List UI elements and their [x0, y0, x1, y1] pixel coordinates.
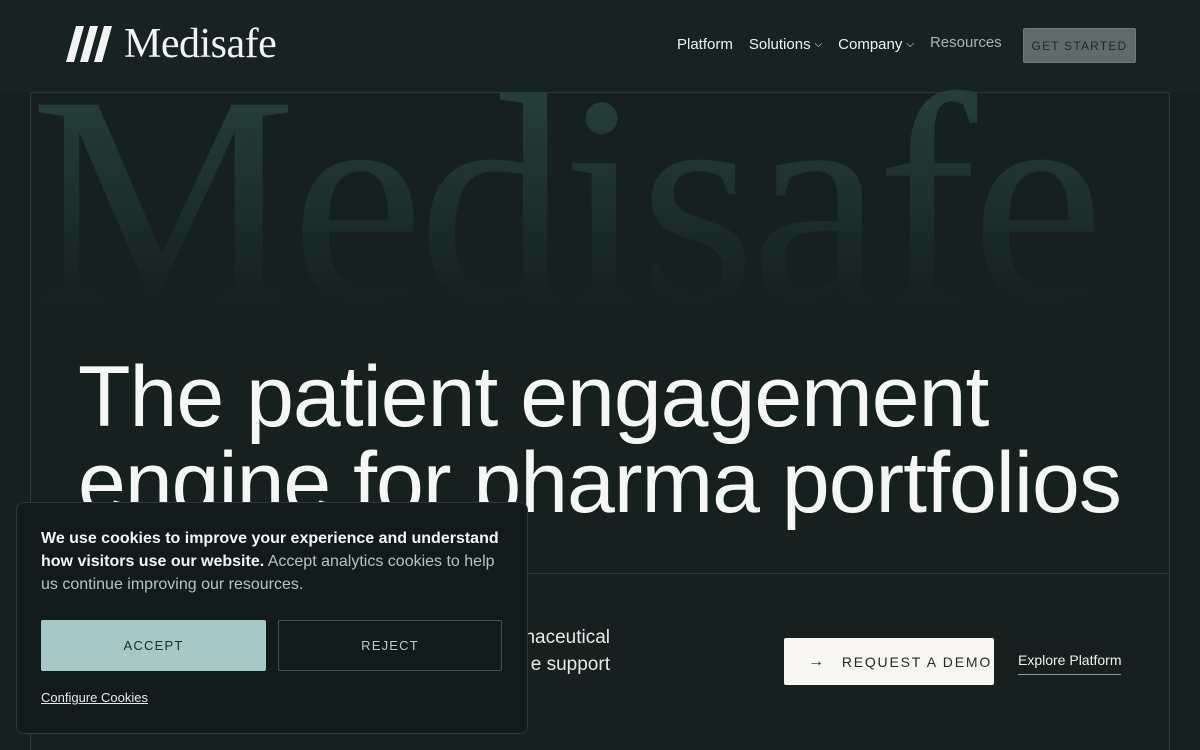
cookie-banner: We use cookies to improve your experienc… [16, 502, 528, 734]
request-demo-button[interactable]: → REQUEST A DEMO [784, 638, 994, 685]
reject-cookies-button[interactable]: REJECT [278, 620, 502, 671]
brand-watermark: Medisafe [30, 50, 1170, 320]
nav-item-label: Resources [929, 34, 1002, 51]
arrow-right-icon: → [808, 652, 826, 670]
nav-item-resources[interactable]: Resources [930, 34, 1002, 51]
explore-platform-link[interactable]: Explore Platform [1018, 652, 1122, 675]
accept-cookies-button[interactable]: ACCEPT [41, 620, 266, 671]
request-demo-label: REQUEST A DEMO [841, 653, 993, 670]
cookie-message: We use cookies to improve your experienc… [41, 527, 509, 596]
cookie-buttons: ACCEPT REJECT [41, 620, 502, 671]
hero-title: The patient engagement engine for pharma… [78, 354, 1168, 526]
hero-title-line-1: The patient engagement [78, 349, 989, 445]
configure-cookies-link[interactable]: Configure Cookies [41, 690, 148, 705]
chevron-down-icon: ⌵ [906, 39, 914, 50]
chevron-down-icon: ⌵ [814, 39, 823, 50]
